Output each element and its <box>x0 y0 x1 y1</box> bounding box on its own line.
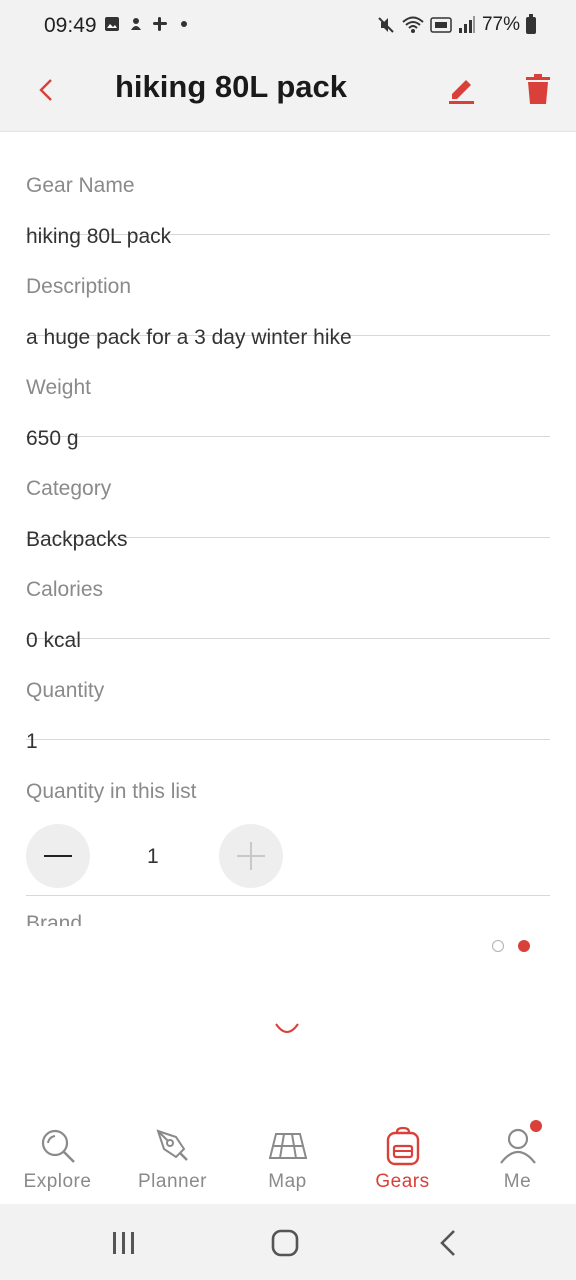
wifi-icon <box>402 16 424 33</box>
field-calories: Calories 0 kcal <box>26 538 550 652</box>
edit-pencil-icon <box>449 80 474 104</box>
nav-label: Me <box>503 1171 532 1192</box>
battery-percent: 77% <box>481 14 520 35</box>
edit-button[interactable] <box>440 68 482 110</box>
notification-badge <box>529 1120 542 1132</box>
status-notification-icons <box>104 16 192 32</box>
increment-button[interactable] <box>219 824 283 888</box>
status-bar: 09:49 77% <box>0 0 576 52</box>
plus-icon <box>237 842 265 870</box>
nav-item-planner[interactable]: Planner <box>115 1112 230 1204</box>
field-category: Category Backpacks <box>26 437 550 551</box>
nav-label: Map <box>268 1171 307 1192</box>
dot-icon <box>181 21 187 27</box>
status-time: 09:49 <box>44 14 97 37</box>
minus-icon <box>44 855 72 857</box>
quantity-in-list-label: Quantity in this list <box>26 780 197 803</box>
field-label: Category <box>26 477 112 500</box>
page-dot-active[interactable] <box>518 940 530 952</box>
recents-icon <box>113 1232 134 1254</box>
back-chevron-icon <box>39 79 52 101</box>
field-quantity: Quantity 1 <box>26 639 550 753</box>
bottom-nav: Explore Planner Map Gears Me <box>0 1112 576 1204</box>
volte-icon <box>430 17 452 33</box>
pen-nib-icon <box>155 1129 188 1161</box>
field-label-brand: Brand <box>26 912 83 926</box>
trash-icon <box>526 74 550 104</box>
backpack-icon <box>386 1126 419 1166</box>
user-icon <box>499 1128 536 1164</box>
system-back-button[interactable] <box>428 1226 468 1260</box>
quantity-in-list-value: 1 <box>147 845 159 868</box>
nav-label: Planner <box>138 1171 207 1192</box>
recents-button[interactable] <box>104 1226 144 1260</box>
mute-icon <box>378 17 394 33</box>
home-icon <box>271 1229 299 1257</box>
map-icon <box>268 1133 307 1159</box>
home-button[interactable] <box>265 1226 305 1260</box>
nav-label: Explore <box>23 1171 92 1192</box>
gear-detail-content[interactable]: Gear Name hiking 80L pack Description a … <box>0 134 576 926</box>
field-gear-name: Gear Name hiking 80L pack <box>26 134 550 248</box>
battery-icon <box>526 13 536 34</box>
back-button[interactable] <box>26 70 66 110</box>
field-label: Quantity <box>26 679 105 702</box>
notification-icon <box>131 18 141 30</box>
nav-item-map[interactable]: Map <box>230 1112 345 1204</box>
nav-item-explore[interactable]: Explore <box>0 1112 115 1204</box>
delete-button[interactable] <box>518 68 558 110</box>
page-title: hiking 80L pack <box>115 69 348 104</box>
search-icon <box>41 1129 75 1163</box>
signal-icon <box>458 16 475 33</box>
status-right-icons: 77% <box>376 13 536 36</box>
nav-item-gears[interactable]: Gears <box>345 1112 460 1204</box>
slack-icon <box>153 17 167 31</box>
nav-label: Gears <box>375 1171 430 1192</box>
page-dot[interactable] <box>492 940 504 952</box>
field-label: Gear Name <box>26 174 135 197</box>
quantity-in-list: Quantity in this list 1 <box>26 767 550 896</box>
system-nav-bar <box>0 1204 576 1280</box>
system-back-icon <box>440 1230 455 1256</box>
nav-item-me[interactable]: Me <box>460 1112 575 1204</box>
field-description: Description a huge pack for a 3 day wint… <box>26 235 550 349</box>
app-bar: hiking 80L pack <box>0 52 576 132</box>
field-label: Weight <box>26 376 91 399</box>
page-indicator <box>492 940 530 952</box>
field-label: Calories <box>26 578 104 601</box>
loading-spinner-icon <box>275 1023 299 1033</box>
field-label: Description <box>26 275 132 298</box>
field-value: 1 <box>26 730 38 753</box>
field-weight: Weight 650 g <box>26 336 550 450</box>
decrement-button[interactable] <box>26 824 90 888</box>
image-icon <box>105 17 119 31</box>
